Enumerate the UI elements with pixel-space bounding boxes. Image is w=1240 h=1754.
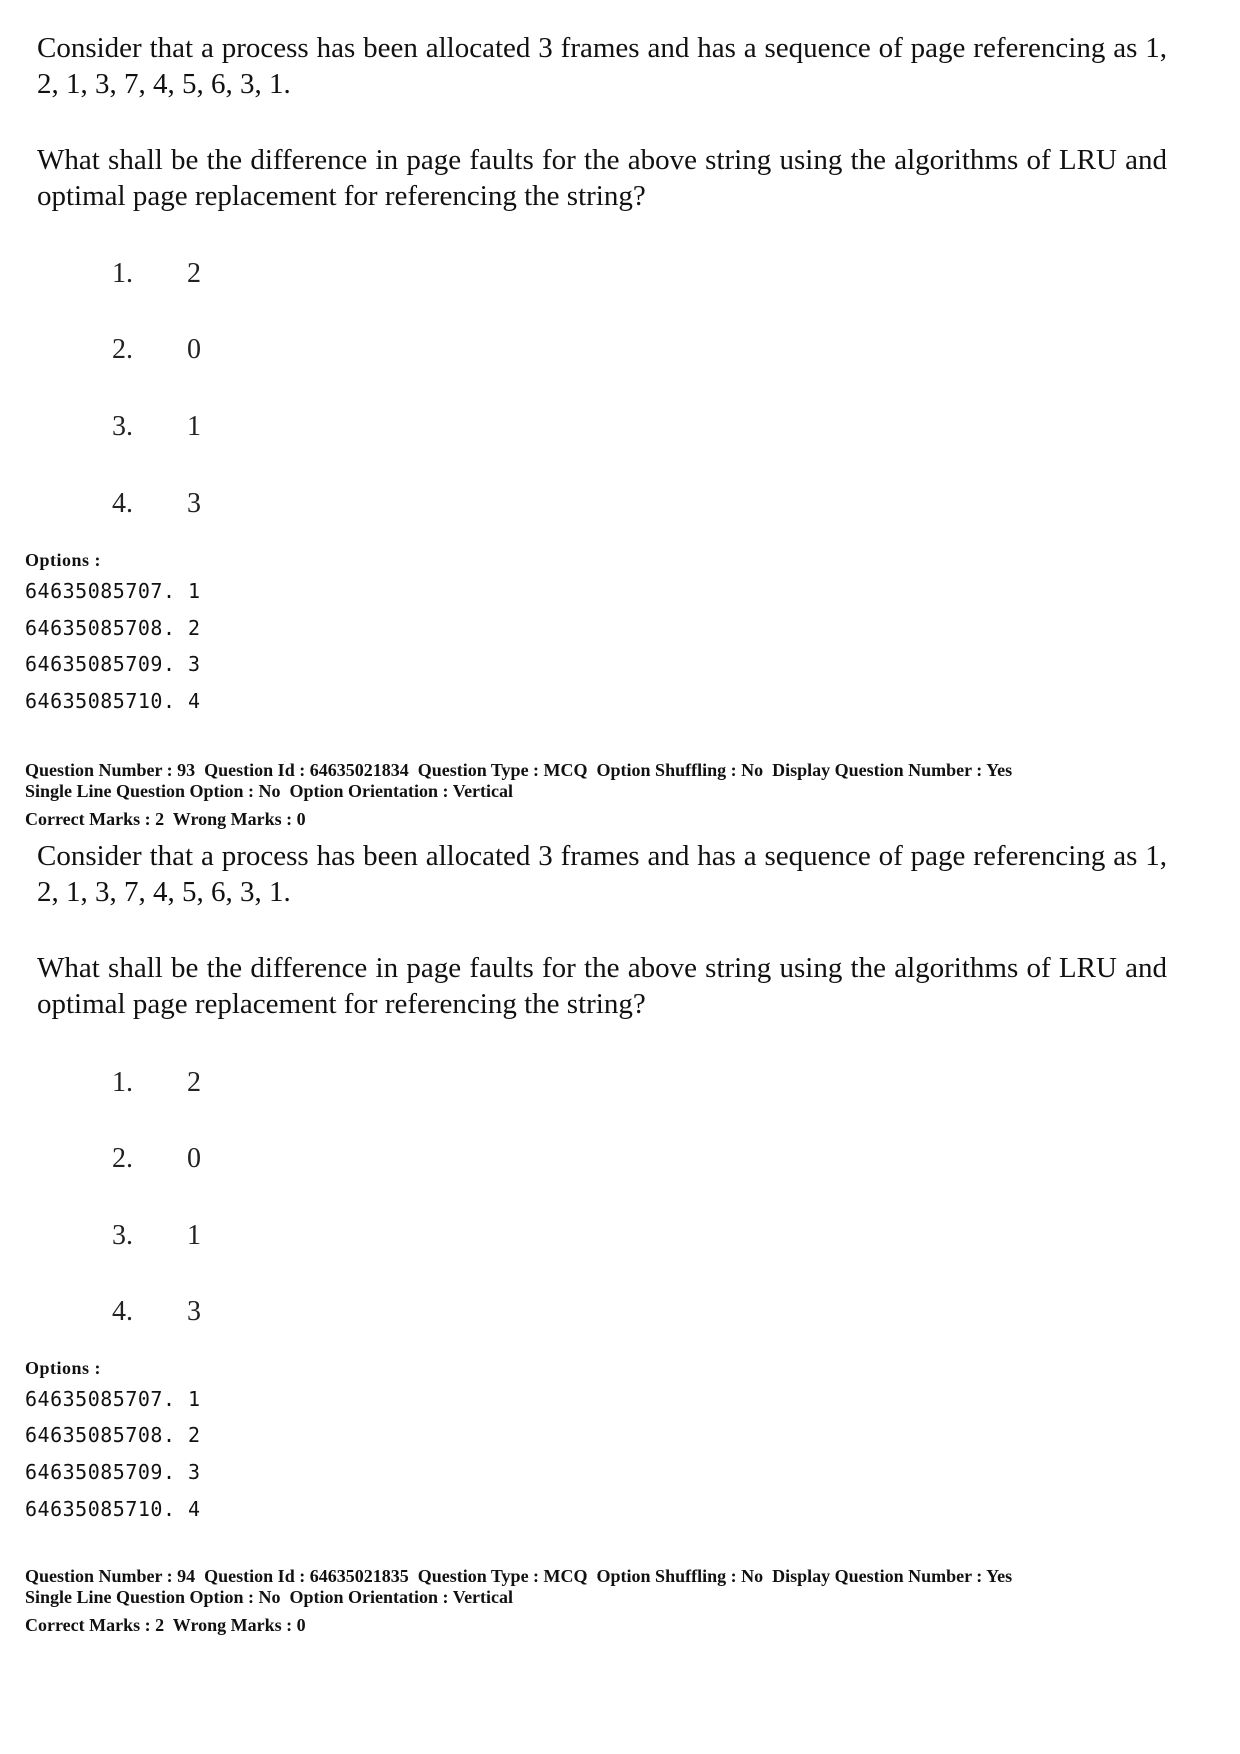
option-id-1: 64635085707. 1 xyxy=(25,1387,201,1411)
choice-value: 1 xyxy=(187,411,201,442)
options-label: Options : xyxy=(25,550,102,570)
question-meta-line-1: Question Number : 93 Question Id : 64635… xyxy=(25,760,1013,780)
choice-2: 2. 0 xyxy=(112,1143,201,1175)
choice-2: 2. 0 xyxy=(112,334,201,366)
choice-1: 1. 2 xyxy=(112,1067,201,1099)
choice-value: 1 xyxy=(187,1220,201,1251)
choice-value: 3 xyxy=(187,488,201,519)
option-id-4: 64635085710. 4 xyxy=(25,689,201,713)
question-prompt: What shall be the difference in page fau… xyxy=(37,144,1167,212)
choice-value: 2 xyxy=(187,258,201,289)
question-meta-line-2: Single Line Question Option : No Option … xyxy=(25,781,514,801)
question-stem: Consider that a process has been allocat… xyxy=(37,32,1167,100)
option-id-3: 64635085709. 3 xyxy=(25,652,201,676)
question-meta-line-2: Single Line Question Option : No Option … xyxy=(25,1587,514,1607)
question-meta-line-1: Question Number : 94 Question Id : 64635… xyxy=(25,1566,1013,1586)
question-prompt: What shall be the difference in page fau… xyxy=(37,952,1167,1020)
option-id-3: 64635085709. 3 xyxy=(25,1460,201,1484)
option-id-2: 64635085708. 2 xyxy=(25,1423,201,1447)
choice-number: 4. xyxy=(112,488,133,519)
choice-number: 2. xyxy=(112,1143,133,1174)
choice-number: 3. xyxy=(112,1220,133,1251)
choice-3: 3. 1 xyxy=(112,411,201,443)
choice-4: 4. 3 xyxy=(112,1296,201,1328)
choice-number: 2. xyxy=(112,334,133,365)
choice-number: 1. xyxy=(112,1067,133,1098)
choice-1: 1. 2 xyxy=(112,258,201,290)
option-id-2: 64635085708. 2 xyxy=(25,616,201,640)
choice-number: 4. xyxy=(112,1296,133,1327)
choice-3: 3. 1 xyxy=(112,1220,201,1252)
option-id-4: 64635085710. 4 xyxy=(25,1497,201,1521)
question-marks: Correct Marks : 2 Wrong Marks : 0 xyxy=(25,1615,306,1635)
choice-4: 4. 3 xyxy=(112,488,201,520)
options-label: Options : xyxy=(25,1358,102,1378)
question-stem: Consider that a process has been allocat… xyxy=(37,840,1167,908)
choice-number: 3. xyxy=(112,411,133,442)
choice-value: 0 xyxy=(187,334,201,365)
choice-number: 1. xyxy=(112,258,133,289)
choice-value: 2 xyxy=(187,1067,201,1098)
choice-value: 3 xyxy=(187,1296,201,1327)
option-id-1: 64635085707. 1 xyxy=(25,579,201,603)
choice-value: 0 xyxy=(187,1143,201,1174)
question-marks: Correct Marks : 2 Wrong Marks : 0 xyxy=(25,809,306,829)
